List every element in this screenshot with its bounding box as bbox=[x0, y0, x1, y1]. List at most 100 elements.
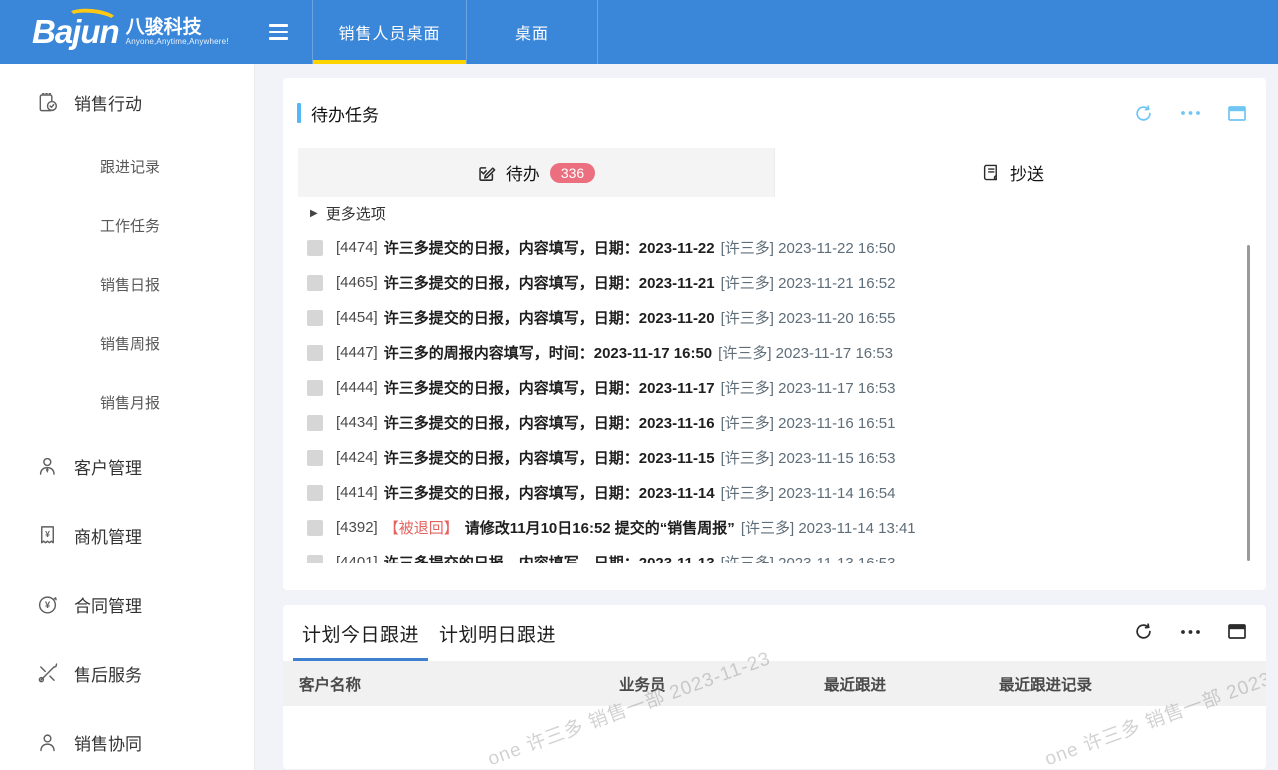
plan-panel-actions bbox=[1134, 622, 1246, 641]
sidebar-item-sales-collab[interactable]: 销售协同 bbox=[0, 708, 254, 770]
refresh-icon[interactable] bbox=[1134, 622, 1153, 641]
sidebar-item-label: 合同管理 bbox=[74, 592, 142, 617]
plan-tab-label: 计划明日跟进 bbox=[439, 620, 556, 647]
bajun-logo: Bajun 八骏科技 Anyone,Anytime,Anywhere! bbox=[0, 0, 255, 64]
contract-icon: ¥ bbox=[36, 593, 59, 616]
todo-item-meta: [许三多] 2023-11-14 16:54 bbox=[721, 482, 896, 503]
todo-checkbox[interactable] bbox=[307, 450, 323, 466]
tab-label: 抄送 bbox=[1010, 160, 1044, 185]
tab-plan-tomorrow[interactable]: 计划明日跟进 bbox=[436, 605, 559, 661]
todo-item-meta: [许三多] 2023-11-17 16:53 bbox=[721, 377, 896, 398]
todo-checkbox[interactable] bbox=[307, 380, 323, 396]
plan-table-body bbox=[283, 706, 1266, 769]
column-header: 客户名称 bbox=[299, 673, 619, 695]
sidebar-subitem-sales-weekly[interactable]: 销售周报 bbox=[0, 314, 254, 373]
todo-checkbox[interactable] bbox=[307, 345, 323, 361]
main-content: 待办任务 待办336 抄送 ▶ 更多选项 [4474] 许三多提交的日报，内容填写，… bbox=[255, 64, 1278, 770]
todo-item-title: 许三多提交的日报，内容填写，日期：2023-11-16 bbox=[384, 412, 715, 433]
plan-tab-bar: 计划今日跟进计划明日跟进 bbox=[283, 605, 1266, 661]
todo-item[interactable]: [4444]许三多提交的日报，内容填写，日期：2023-11-17[许三多] 2… bbox=[307, 370, 1266, 405]
topbar: Bajun 八骏科技 Anyone,Anytime,Anywhere! 销售人员… bbox=[0, 0, 1278, 64]
todo-item-title: 许三多提交的日报，内容填写，日期：2023-11-14 bbox=[384, 482, 715, 503]
todo-item[interactable]: [4414] 许三多提交的日报，内容填写，日期：2023-11-14 [许三多] 2… bbox=[307, 475, 1266, 510]
tab-label: 待办 bbox=[506, 160, 540, 185]
more-options-toggle[interactable]: ▶ 更多选项 bbox=[283, 197, 1266, 230]
tab-todo[interactable]: 待办336 bbox=[298, 148, 774, 197]
todo-item-title: 请修改11月10日16:52 提交的“销售周报” bbox=[465, 517, 735, 538]
todo-item-meta: [许三多] 2023-11-17 16:53 bbox=[718, 342, 893, 363]
todo-checkbox[interactable] bbox=[307, 310, 323, 326]
ellipsis-icon[interactable] bbox=[1180, 629, 1201, 635]
maximize-icon[interactable] bbox=[1228, 106, 1246, 121]
sidebar: 销售行动跟进记录工作任务销售日报销售周报销售月报客户管理¥商机管理¥合同管理售后… bbox=[0, 64, 255, 770]
maximize-icon[interactable] bbox=[1228, 624, 1246, 639]
edit-icon bbox=[477, 163, 496, 182]
plan-table-header: 客户名称业务员最近跟进最近跟进记录 bbox=[283, 661, 1266, 706]
todo-checkbox[interactable] bbox=[307, 520, 323, 536]
todo-panel-actions bbox=[1134, 104, 1246, 123]
todo-item[interactable]: [4465]许三多提交的日报，内容填写，日期：2023-11-21[许三多] 2… bbox=[307, 265, 1266, 300]
todo-list: [4474] 许三多提交的日报，内容填写，日期：2023-11-22 [许三多] 2… bbox=[283, 230, 1266, 563]
tab-cc[interactable]: 抄送 bbox=[774, 148, 1251, 197]
panel-title: 待办任务 bbox=[311, 101, 379, 126]
sidebar-item-sales-action[interactable]: 销售行动 bbox=[0, 68, 254, 137]
todo-item-id: [4401] bbox=[336, 554, 378, 563]
panel-accent-bar bbox=[297, 103, 301, 123]
topnav-tab-sales-desktop[interactable]: 销售人员桌面 bbox=[312, 0, 467, 64]
tab-plan-today[interactable]: 计划今日跟进 bbox=[299, 605, 422, 661]
tools-icon bbox=[36, 662, 59, 685]
ellipsis-icon[interactable] bbox=[1180, 110, 1201, 116]
todo-item-meta: [许三多] 2023-11-22 16:50 bbox=[721, 237, 896, 258]
logo-tagline: Anyone,Anytime,Anywhere! bbox=[126, 38, 229, 46]
sidebar-subitem-follow-up-records[interactable]: 跟进记录 bbox=[0, 137, 254, 196]
sidebar-subitem-sales-monthly[interactable]: 销售月报 bbox=[0, 373, 254, 432]
hamburger-icon[interactable] bbox=[269, 24, 288, 40]
todo-tab-strip: 待办336 抄送 bbox=[298, 148, 1251, 197]
todo-checkbox[interactable] bbox=[307, 240, 323, 256]
document-icon bbox=[982, 163, 1000, 182]
todo-item[interactable]: [4447]许三多的周报内容填写，时间：2023-11-17 16:50[许三多… bbox=[307, 335, 1266, 370]
topnav-tab-desktop[interactable]: 桌面 bbox=[467, 0, 598, 64]
todo-item[interactable]: [4424]许三多提交的日报，内容填写，日期：2023-11-15[许三多] 2… bbox=[307, 440, 1266, 475]
todo-item-meta: [许三多] 2023-11-16 16:51 bbox=[721, 412, 896, 433]
todo-item[interactable]: [4392]【被退回】请修改11月10日16:52 提交的“销售周报”[许三多]… bbox=[307, 510, 1266, 545]
todo-checkbox[interactable] bbox=[307, 485, 323, 501]
svg-text:¥: ¥ bbox=[45, 529, 50, 539]
sidebar-item-contract-mgmt[interactable]: ¥ 合同管理 bbox=[0, 570, 254, 639]
todo-item[interactable]: [4434] 许三多提交的日报，内容填写，日期：2023-11-16 [许三多] 2… bbox=[307, 405, 1266, 440]
todo-item-id: [4414] bbox=[336, 484, 378, 501]
todo-item[interactable]: [4401] 许三多提交的日报，内容填写，日期：2023-11-13 [许三多] 2… bbox=[307, 545, 1266, 563]
todo-item[interactable]: [4474] 许三多提交的日报，内容填写，日期：2023-11-22 [许三多] 2… bbox=[307, 230, 1266, 265]
topnav-tab-label: 销售人员桌面 bbox=[338, 20, 440, 44]
todo-item[interactable]: [4454]许三多提交的日报，内容填写，日期：2023-11-20[许三多] 2… bbox=[307, 300, 1266, 335]
sidebar-item-opportunity-mgmt[interactable]: ¥商机管理 bbox=[0, 501, 254, 570]
person-icon bbox=[36, 731, 59, 754]
sidebar-item-after-sales[interactable]: 售后服务 bbox=[0, 639, 254, 708]
todo-item-meta: [许三多] 2023-11-13 16:53 bbox=[721, 552, 896, 563]
todo-item-title: 许三多提交的日报，内容填写，日期：2023-11-21 bbox=[384, 272, 715, 293]
plan-panel: 计划今日跟进计划明日跟进 客户名称业务员最近跟进最近跟进记录 one 许三多 销… bbox=[283, 605, 1266, 769]
sidebar-subitem-work-tasks[interactable]: 工作任务 bbox=[0, 196, 254, 255]
column-header: 最近跟进 bbox=[824, 673, 999, 695]
todo-item-id: [4474] bbox=[336, 239, 378, 256]
sidebar-item-customer-mgmt[interactable]: 客户管理 bbox=[0, 432, 254, 501]
refresh-icon[interactable] bbox=[1134, 104, 1153, 123]
todo-item-id: [4434] bbox=[336, 414, 378, 431]
sidebar-item-label: 售后服务 bbox=[74, 661, 142, 686]
todo-checkbox[interactable] bbox=[307, 275, 323, 291]
todo-item-title: 许三多提交的日报，内容填写，日期：2023-11-15 bbox=[384, 447, 715, 468]
scrollbar-thumb[interactable] bbox=[1247, 245, 1250, 561]
todo-checkbox[interactable] bbox=[307, 555, 323, 564]
todo-checkbox[interactable] bbox=[307, 415, 323, 431]
caret-right-icon: ▶ bbox=[310, 208, 318, 219]
todo-item-meta: [许三多] 2023-11-15 16:53 bbox=[721, 447, 896, 468]
sidebar-item-label: 销售协同 bbox=[74, 730, 142, 755]
todo-item-meta: [许三多] 2023-11-14 13:41 bbox=[741, 517, 916, 538]
sidebar-subitem-sales-daily[interactable]: 销售日报 bbox=[0, 255, 254, 314]
todo-item-title: 许三多提交的日报，内容填写，日期：2023-11-22 bbox=[384, 237, 715, 258]
todo-item-title: 许三多提交的日报，内容填写，日期：2023-11-13 bbox=[384, 552, 715, 563]
todo-item-id: [4454] bbox=[336, 309, 378, 326]
todo-item-title: 许三多提交的日报，内容填写，日期：2023-11-17 bbox=[384, 377, 715, 398]
todo-item-meta: [许三多] 2023-11-21 16:52 bbox=[721, 272, 896, 293]
todo-item-meta: [许三多] 2023-11-20 16:55 bbox=[721, 307, 896, 328]
